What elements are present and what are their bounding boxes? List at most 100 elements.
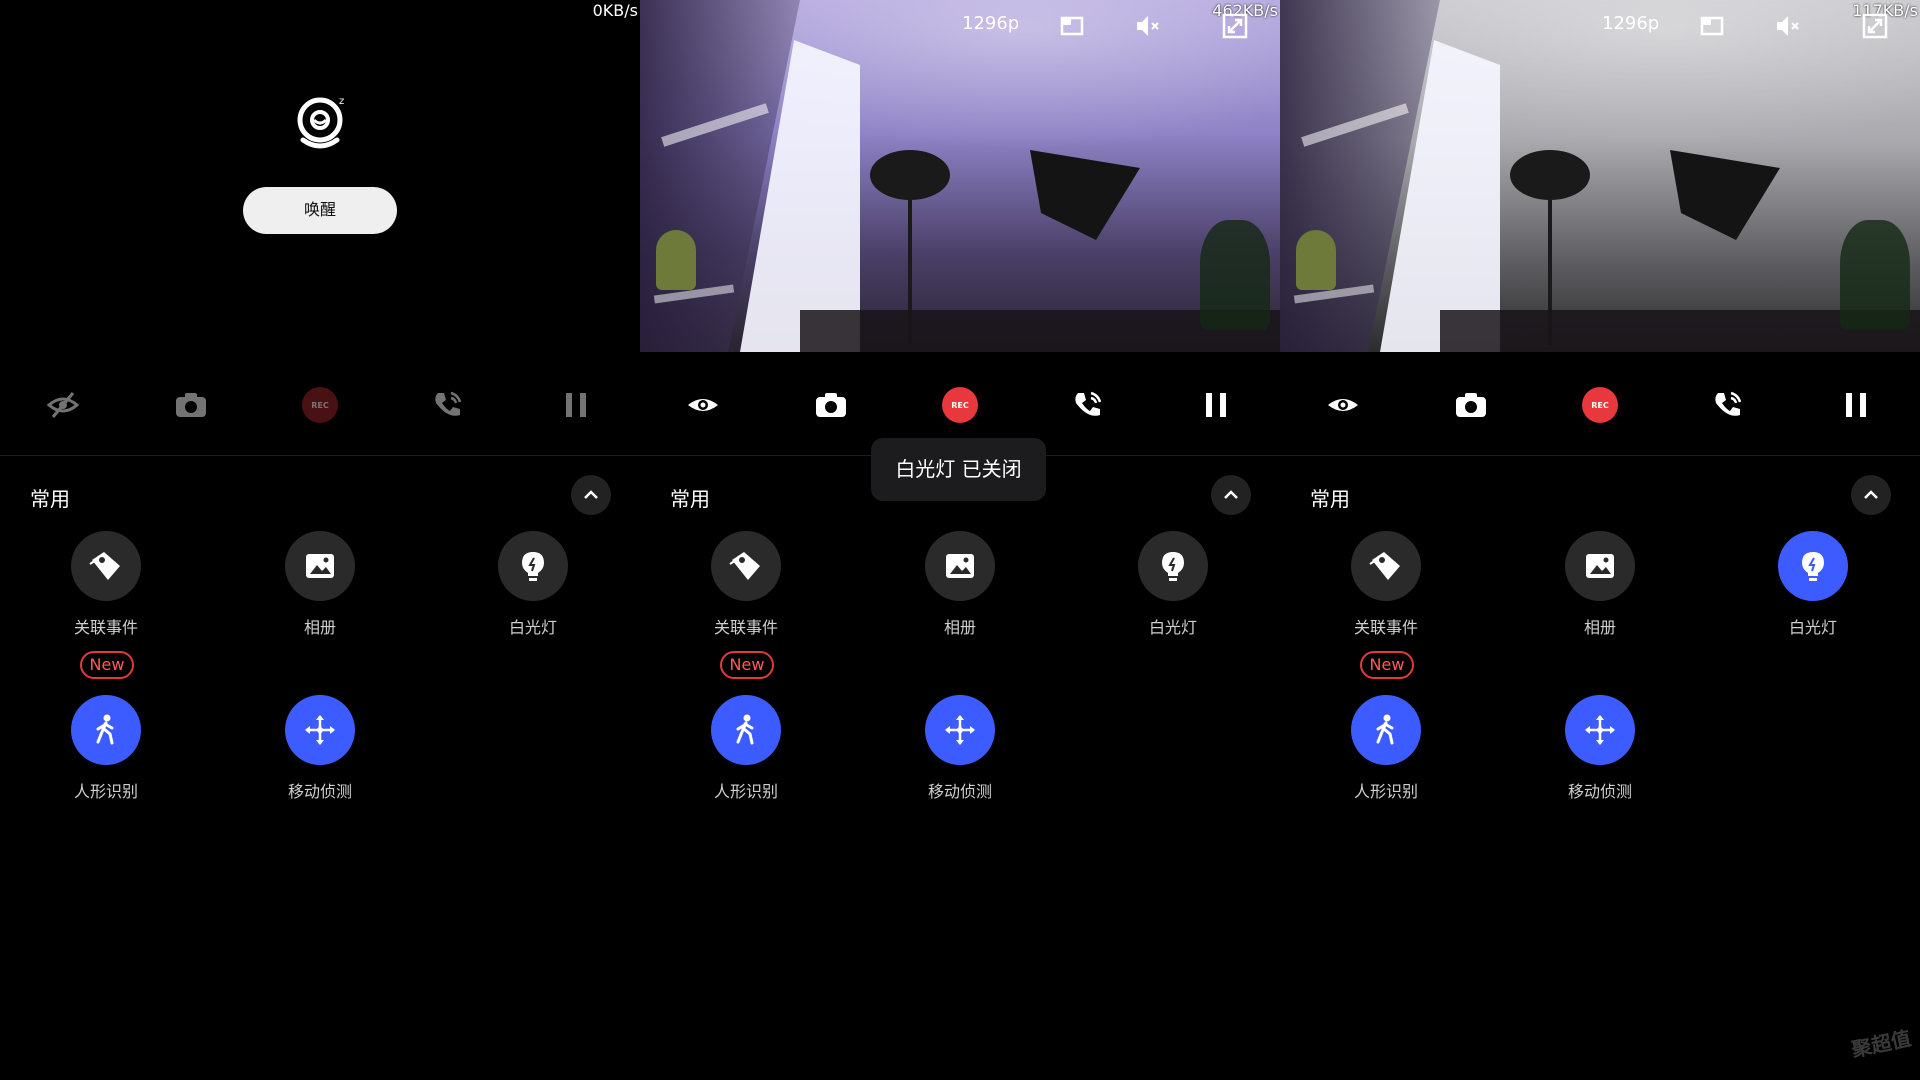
wake-button[interactable]: 唤醒	[243, 187, 397, 234]
feature-album[interactable]: 相册	[1530, 531, 1670, 638]
privacy-off-button[interactable]	[43, 385, 83, 425]
fullscreen-icon[interactable]	[1221, 12, 1249, 40]
resolution-selector[interactable]: 1296p	[962, 13, 1019, 34]
feature-label: 人形识别	[73, 782, 138, 801]
feature-white-light[interactable]: 白光灯	[1103, 531, 1243, 638]
video-preview[interactable]: 462KB/s 1296p	[640, 0, 1280, 352]
pause-button[interactable]	[556, 385, 596, 425]
snapshot-button[interactable]	[811, 385, 851, 425]
collapse-button[interactable]	[1211, 475, 1251, 515]
feature-circle	[1565, 531, 1635, 601]
section-title: 常用	[670, 487, 710, 511]
collapse-button[interactable]	[1851, 475, 1891, 515]
feature-white-light[interactable]: 白光灯	[1743, 531, 1883, 638]
rec-icon: REC	[942, 387, 978, 423]
control-toolbar: REC	[640, 380, 1280, 430]
feature-motion-detection[interactable]: 移动侦测	[1530, 695, 1670, 802]
feature-label: 移动侦测	[287, 782, 352, 801]
resolution-icon[interactable]	[1058, 12, 1086, 40]
privacy-button[interactable]	[1323, 385, 1363, 425]
snapshot-button[interactable]	[171, 385, 211, 425]
feature-related-events[interactable]: 关联事件	[1316, 531, 1456, 638]
control-toolbar: REC	[0, 380, 640, 430]
feature-label: 关联事件	[73, 618, 138, 637]
feature-label: 白光灯	[508, 618, 557, 637]
feature-circle	[711, 695, 781, 765]
person-walk-icon	[96, 714, 114, 745]
feature-label: 相册	[1583, 618, 1616, 637]
camera-icon	[816, 393, 846, 417]
pause-icon	[1206, 393, 1226, 417]
feature-album[interactable]: 相册	[250, 531, 390, 638]
new-badge: New	[1360, 651, 1414, 679]
feature-circle	[71, 531, 141, 601]
resolution-selector[interactable]: 1296p	[1602, 13, 1659, 34]
chevron-up-icon	[584, 490, 598, 499]
pause-button[interactable]	[1196, 385, 1236, 425]
bulb-icon	[522, 552, 544, 581]
feature-label: 人形识别	[713, 782, 778, 801]
privacy-button[interactable]	[683, 385, 723, 425]
feature-circle	[71, 695, 141, 765]
person-walk-icon	[1376, 714, 1394, 745]
feature-related-events[interactable]: 关联事件	[36, 531, 176, 638]
call-button[interactable]	[1708, 385, 1748, 425]
new-badge: New	[80, 651, 134, 679]
toast-message: 白光灯 已关闭	[871, 438, 1046, 501]
feature-motion-detection[interactable]: 移动侦测	[250, 695, 390, 802]
video-preview[interactable]: 117KB/s 1296p	[1280, 0, 1920, 352]
feature-circle	[1351, 531, 1421, 601]
call-button[interactable]	[428, 385, 468, 425]
snapshot-button[interactable]	[1451, 385, 1491, 425]
phone-call-icon	[1075, 391, 1102, 416]
record-button[interactable]: REC	[940, 385, 980, 425]
tag-icon	[729, 552, 760, 580]
feature-circle	[285, 531, 355, 601]
feature-human-detection[interactable]: 人形识别	[36, 695, 176, 802]
bulb-icon	[1802, 552, 1824, 581]
feature-circle	[925, 531, 995, 601]
feature-related-events[interactable]: 关联事件	[676, 531, 816, 638]
feature-circle	[285, 695, 355, 765]
feature-label: 关联事件	[1353, 618, 1418, 637]
tag-icon	[1369, 552, 1400, 580]
feature-label: 关联事件	[713, 618, 778, 637]
feature-label: 人形识别	[1353, 782, 1418, 801]
pause-icon	[1846, 393, 1866, 417]
phone-call-icon	[1715, 391, 1742, 416]
record-button[interactable]: REC	[1580, 385, 1620, 425]
new-badge: New	[720, 651, 774, 679]
feature-label: 白光灯	[1148, 618, 1197, 637]
record-button[interactable]: REC	[300, 385, 340, 425]
mute-icon[interactable]	[1134, 12, 1162, 40]
call-button[interactable]	[1068, 385, 1108, 425]
collapse-button[interactable]	[571, 475, 611, 515]
camera-panel-light-on: 117KB/s 1296p REC 常用 关联事件 相册 白光灯 New 人形识…	[1280, 0, 1920, 1080]
rec-icon: REC	[1582, 387, 1618, 423]
eye-icon	[1328, 399, 1358, 411]
fullscreen-icon[interactable]	[1861, 12, 1889, 40]
feature-human-detection[interactable]: 人形识别	[676, 695, 816, 802]
image-icon	[306, 554, 334, 578]
mute-icon[interactable]	[1774, 12, 1802, 40]
divider	[0, 455, 640, 456]
move-arrows-icon	[305, 715, 335, 745]
chevron-up-icon	[1224, 490, 1238, 499]
pause-button[interactable]	[1836, 385, 1876, 425]
live-feed-image	[640, 0, 1280, 352]
section-title: 常用	[1310, 487, 1350, 511]
feature-human-detection[interactable]: 人形识别	[1316, 695, 1456, 802]
feature-album[interactable]: 相册	[890, 531, 1030, 638]
pause-icon	[566, 393, 586, 417]
resolution-icon[interactable]	[1698, 12, 1726, 40]
feature-label: 白光灯	[1788, 618, 1837, 637]
person-walk-icon	[736, 714, 754, 745]
image-icon	[946, 554, 974, 578]
image-icon	[1586, 554, 1614, 578]
video-preview: 0KB/s z 唤醒	[0, 0, 640, 352]
feature-white-light[interactable]: 白光灯	[463, 531, 603, 638]
divider	[1280, 455, 1920, 456]
feature-motion-detection[interactable]: 移动侦测	[890, 695, 1030, 802]
tag-icon	[89, 552, 120, 580]
camera-icon	[176, 393, 206, 417]
